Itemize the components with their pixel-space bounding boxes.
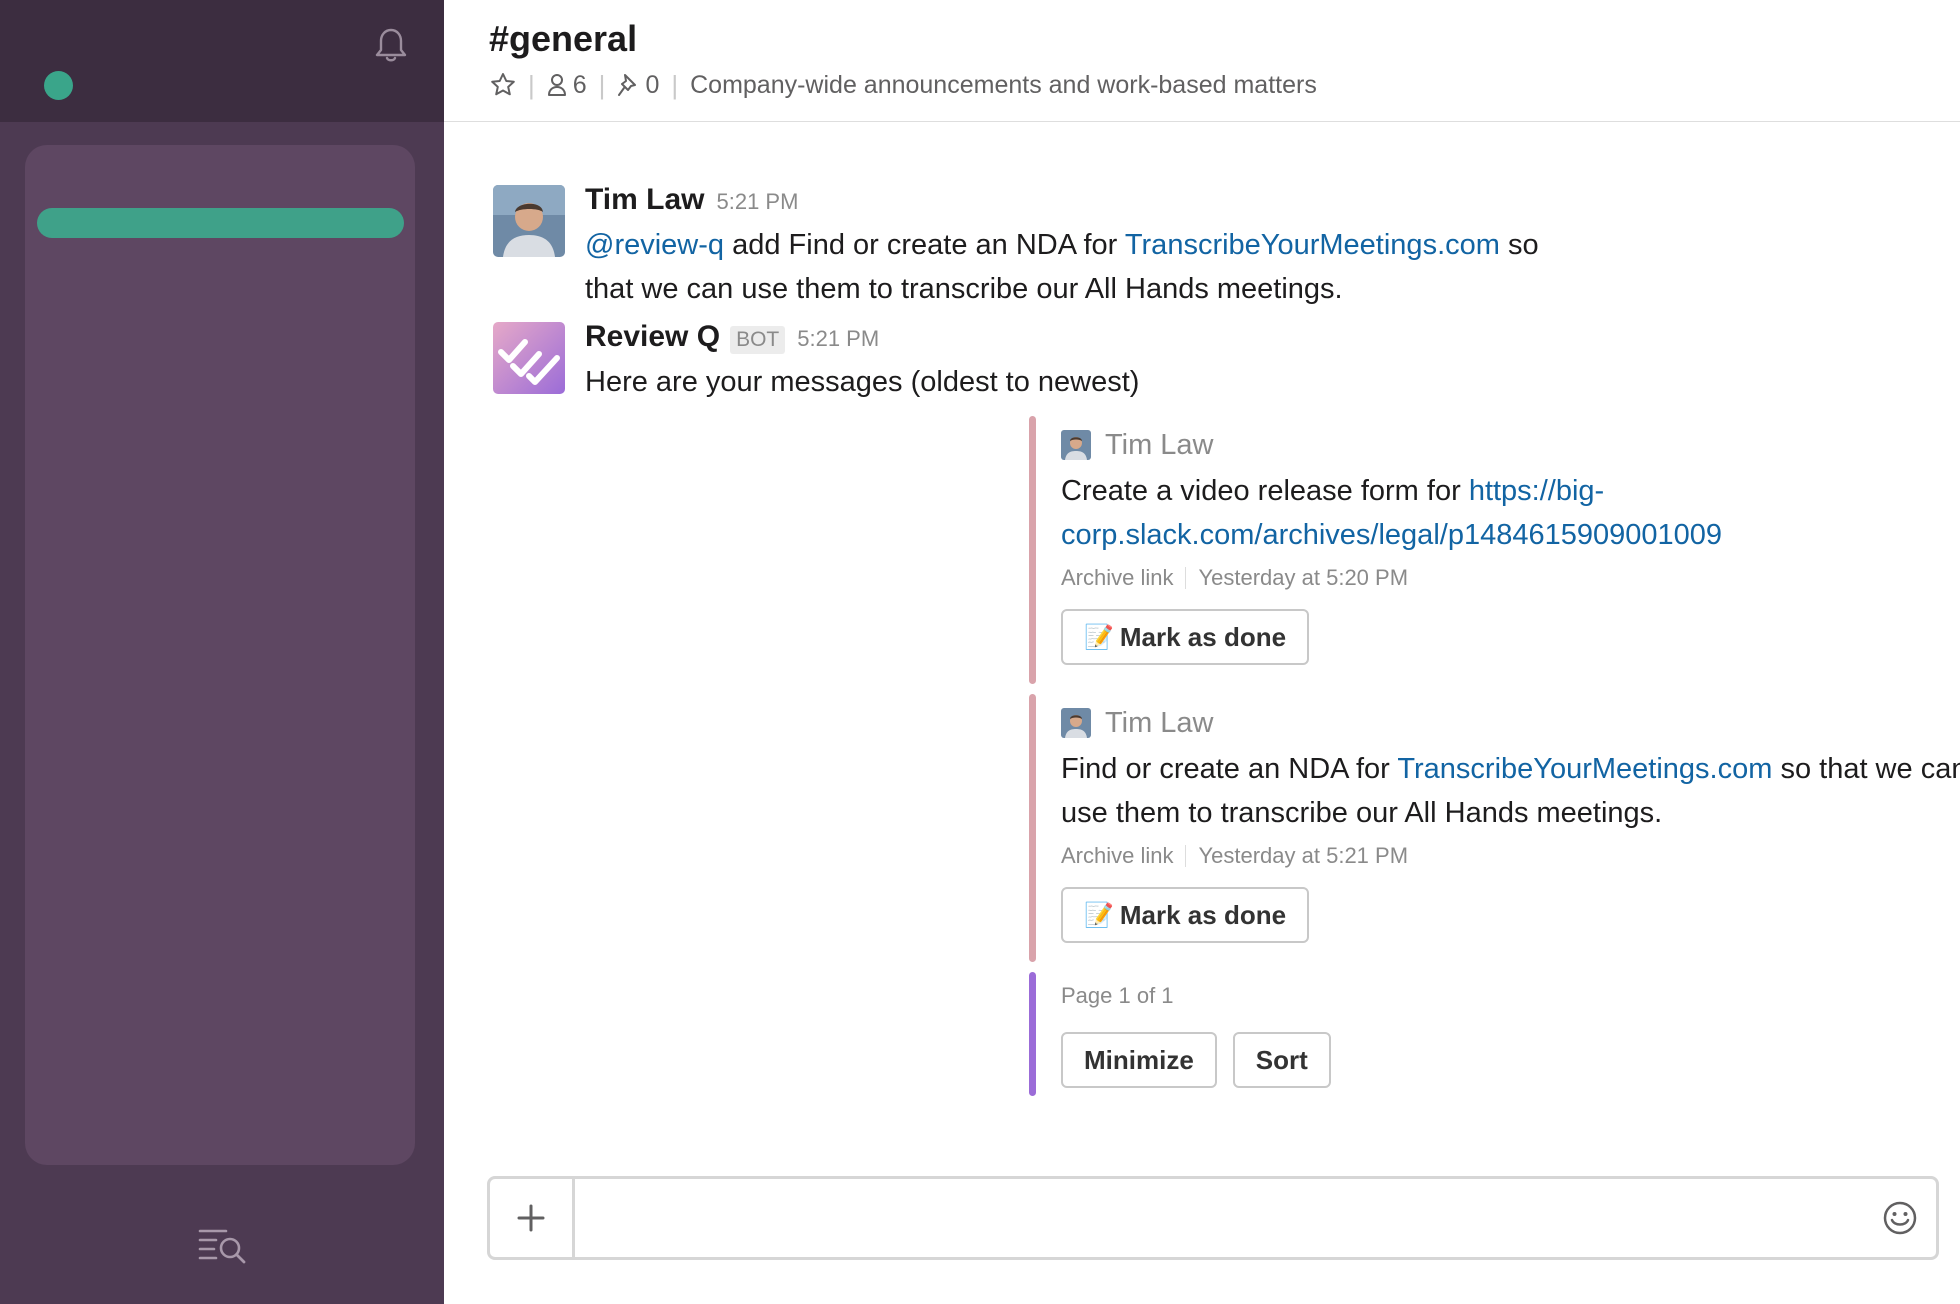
archive-link[interactable]: Archive link <box>1061 565 1173 591</box>
attachment-text: Find or create an NDA for TranscribeYour… <box>1061 747 1960 835</box>
divider: | <box>598 69 606 100</box>
attachment-footer: Archive link Yesterday at 5:20 PM <box>1061 565 1960 591</box>
message-timestamp[interactable]: 5:21 PM <box>716 189 798 215</box>
message-author[interactable]: Review Q <box>585 320 720 354</box>
workspace-header[interactable] <box>0 0 444 122</box>
attachment-author-name: Tim Law <box>1105 428 1214 461</box>
star-icon[interactable] <box>490 72 516 98</box>
message-author[interactable]: Tim Law <box>585 183 704 217</box>
message-input[interactable] <box>590 1193 1854 1245</box>
attachment: Tim Law Find or create an NDA for Transc… <box>1061 703 1960 943</box>
attachment-color-bar <box>1029 972 1036 1096</box>
plus-icon <box>517 1204 545 1232</box>
avatar[interactable] <box>493 185 565 257</box>
message-link[interactable]: TranscribeYourMeetings.com <box>1125 229 1500 261</box>
search-list-icon[interactable] <box>198 1226 248 1264</box>
smiley-icon[interactable] <box>1882 1200 1918 1236</box>
divider: | <box>528 69 535 100</box>
message-composer <box>487 1176 1939 1260</box>
main-pane: #general | 6 | 0 | Company-wide announce… <box>444 0 1960 1304</box>
bell-icon[interactable] <box>374 27 408 65</box>
message-timestamp[interactable]: 5:21 PM <box>797 326 879 352</box>
memo-icon: 📝 <box>1084 901 1114 929</box>
person-icon[interactable] <box>547 73 567 97</box>
memo-icon: 📝 <box>1084 623 1114 651</box>
avatar <box>1061 708 1091 738</box>
attachment-author-name: Tim Law <box>1105 706 1214 739</box>
divider <box>1185 845 1187 867</box>
sidebar <box>0 0 444 1304</box>
button-label: Mark as done <box>1119 899 1287 930</box>
attachment-text-part: Create a video release form for <box>1061 475 1469 507</box>
message-text-part: add Find or create an NDA for <box>724 229 1125 261</box>
divider <box>1185 567 1187 589</box>
attachment-text-part: Find or create an NDA for <box>1061 753 1398 785</box>
divider: | <box>671 69 679 100</box>
minimize-button[interactable]: Minimize <box>1061 1032 1217 1088</box>
bot-avatar[interactable] <box>493 322 565 394</box>
attachment-link[interactable]: TranscribeYourMeetings.com <box>1397 753 1772 785</box>
attachment-timestamp[interactable]: Yesterday at 5:20 PM <box>1198 565 1408 591</box>
button-label: Mark as done <box>1119 621 1287 652</box>
avatar <box>1061 430 1091 460</box>
attach-button[interactable] <box>490 1179 575 1257</box>
sort-button[interactable]: Sort <box>1232 1032 1331 1088</box>
mark-as-done-button[interactable]: 📝 Mark as done <box>1061 609 1310 665</box>
attachment-author[interactable]: Tim Law <box>1061 425 1960 465</box>
channel-topic[interactable]: Company-wide announcements and work-base… <box>690 71 1317 100</box>
sidebar-item-active[interactable] <box>37 208 404 238</box>
user-mention[interactable]: @review-q <box>585 229 724 261</box>
attachment-color-bar <box>1029 416 1036 684</box>
message-text: Here are your messages (oldest to newest… <box>585 366 1140 398</box>
pin-icon[interactable] <box>617 73 639 97</box>
attachment-color-bar <box>1029 694 1036 962</box>
attachment-text: Create a video release form for https://… <box>1061 469 1821 557</box>
presence-indicator <box>44 71 73 100</box>
message: Review Q BOT 5:21 PM Here are your messa… <box>493 320 1893 400</box>
channel-name[interactable]: #general <box>489 18 637 60</box>
archive-link[interactable]: Archive link <box>1061 843 1173 869</box>
member-count[interactable]: 6 <box>573 71 587 100</box>
bot-badge: BOT <box>730 326 786 354</box>
page-indicator: Page 1 of 1 <box>1061 983 1174 1008</box>
attachment-timestamp[interactable]: Yesterday at 5:21 PM <box>1198 843 1408 869</box>
mark-as-done-button[interactable]: 📝 Mark as done <box>1061 887 1310 943</box>
message: Tim Law 5:21 PM @review-q add Find or cr… <box>493 183 1893 313</box>
attachment-footer: Archive link Yesterday at 5:21 PM <box>1061 843 1960 869</box>
message-text: @review-q add Find or create an NDA for … <box>585 223 1585 311</box>
channel-list-placeholder <box>25 145 415 1165</box>
pinned-count[interactable]: 0 <box>645 71 659 100</box>
pagination-attachment: Page 1 of 1 Minimize Sort <box>1061 978 1960 1088</box>
channel-header: #general | 6 | 0 | Company-wide announce… <box>444 0 1960 122</box>
channel-meta: | 6 | 0 | Company-wide announcements and… <box>490 68 1317 102</box>
attachment: Tim Law Create a video release form for … <box>1061 425 1960 665</box>
attachment-author[interactable]: Tim Law <box>1061 703 1960 743</box>
